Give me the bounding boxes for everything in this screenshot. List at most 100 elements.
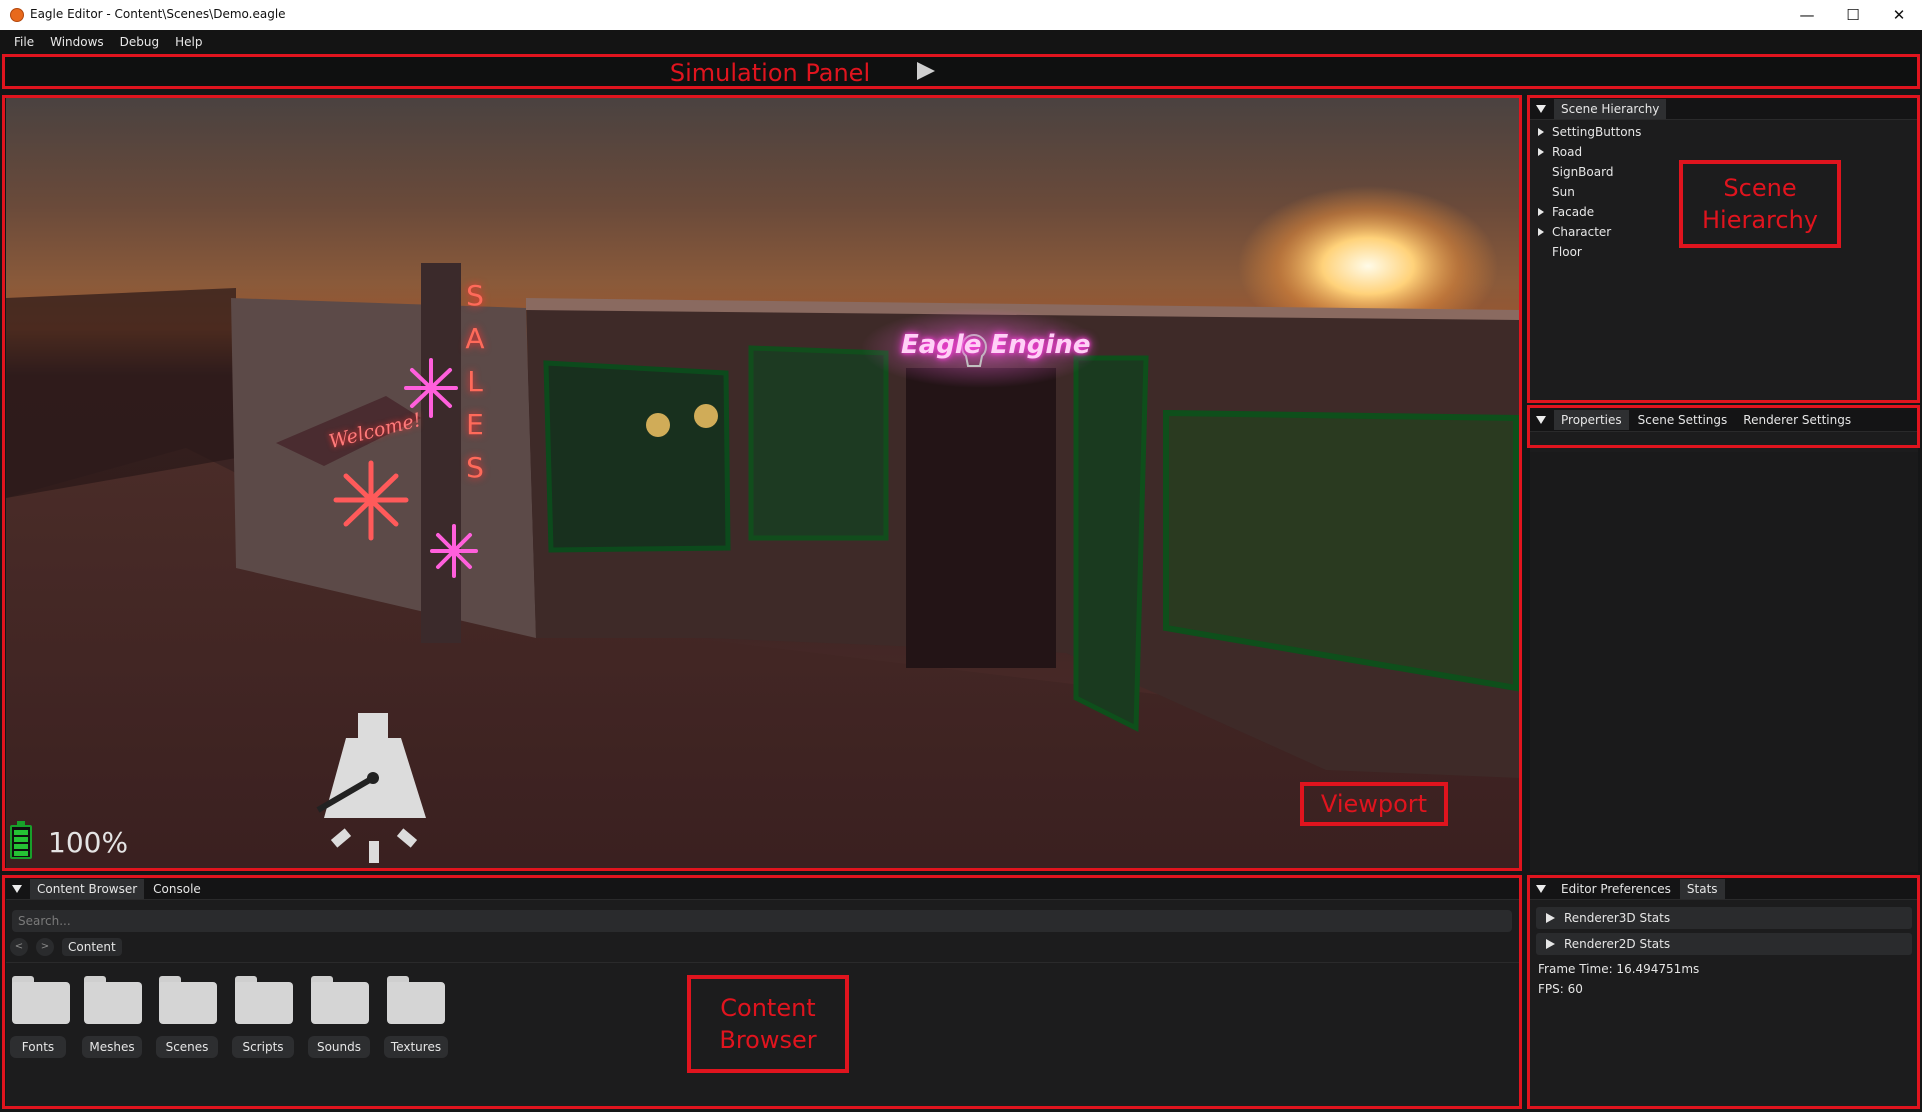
expand-arrow-icon[interactable] <box>1546 939 1555 949</box>
tab-stats[interactable]: Stats <box>1679 878 1725 899</box>
shop-entrance <box>906 368 1056 668</box>
folder-icon[interactable] <box>12 976 70 1024</box>
renderer2d-stats-row[interactable]: Renderer2D Stats <box>1536 933 1912 955</box>
tree-item-signboard[interactable]: SignBoard <box>1552 165 1613 179</box>
tab-content-browser[interactable]: Content Browser <box>30 878 145 899</box>
divider <box>6 962 1520 963</box>
expand-arrow-icon[interactable] <box>1538 128 1544 136</box>
tree-item-road[interactable]: Road <box>1538 145 1583 159</box>
menu-help[interactable]: Help <box>167 35 210 49</box>
folder-label-scripts[interactable]: Scripts <box>232 1036 294 1058</box>
collapse-icon[interactable] <box>1536 104 1546 113</box>
folder-icon[interactable] <box>235 976 293 1024</box>
collapse-icon[interactable] <box>1536 415 1546 424</box>
tree-item-label: Sun <box>1552 185 1575 199</box>
breadcrumb-content[interactable]: Content <box>62 938 122 956</box>
content-browser-annotation: Content Browser <box>687 975 849 1073</box>
lamp-1 <box>646 413 670 437</box>
content-browser-annotation-line1: Content <box>720 993 816 1022</box>
content-search-input[interactable]: Search... <box>12 910 1512 932</box>
window-titlebar: Eagle Editor - Content\Scenes\Demo.eagle… <box>0 0 1922 30</box>
sales-letter: A <box>465 322 485 355</box>
scene-hierarchy-tabbar: Scene Hierarchy <box>1530 98 1918 120</box>
tree-item-label: Floor <box>1552 245 1582 259</box>
folder-icon[interactable] <box>387 976 445 1024</box>
tab-editor-preferences[interactable]: Editor Preferences <box>1554 879 1678 899</box>
stats-row-label: Renderer3D Stats <box>1564 911 1671 925</box>
menu-debug[interactable]: Debug <box>112 35 167 49</box>
expand-arrow-icon[interactable] <box>1546 913 1555 923</box>
properties-panel: Properties Scene Settings Renderer Setti… <box>1530 408 1918 454</box>
tab-scene-settings[interactable]: Scene Settings <box>1631 410 1735 430</box>
folder-label-sounds[interactable]: Sounds <box>308 1036 370 1058</box>
close-button[interactable]: ✕ <box>1876 0 1922 30</box>
folder-icon[interactable] <box>84 976 142 1024</box>
play-icon[interactable] <box>917 62 935 80</box>
expand-arrow-icon[interactable] <box>1538 228 1544 236</box>
sales-letter: S <box>466 279 484 312</box>
menu-bar: File Windows Debug Help <box>0 30 1922 54</box>
tab-scene-hierarchy[interactable]: Scene Hierarchy <box>1554 98 1667 119</box>
tree-item-floor[interactable]: Floor <box>1552 245 1582 259</box>
folder-label-fonts[interactable]: Fonts <box>10 1036 66 1058</box>
tab-properties[interactable]: Properties <box>1554 409 1629 430</box>
viewport-annotation: Viewport <box>1300 782 1448 826</box>
tab-console[interactable]: Console <box>146 879 208 899</box>
simulation-panel <box>4 54 1920 88</box>
stats-tabbar: Editor Preferences Stats <box>1530 878 1918 900</box>
properties-content <box>1530 452 1918 872</box>
collapse-icon[interactable] <box>12 884 22 893</box>
properties-tabbar: Properties Scene Settings Renderer Setti… <box>1530 408 1918 432</box>
eagle-engine-sign-text: Eagle Engine <box>901 330 1091 360</box>
scene-hierarchy-annotation-line2: Hierarchy <box>1701 206 1818 234</box>
menu-file[interactable]: File <box>6 35 42 49</box>
tree-item-character[interactable]: Character <box>1538 225 1612 239</box>
battery-icon <box>10 821 32 859</box>
collapse-icon[interactable] <box>1536 884 1546 893</box>
minimize-button[interactable]: — <box>1784 0 1830 30</box>
tab-renderer-settings[interactable]: Renderer Settings <box>1736 410 1858 430</box>
simulation-panel-annotation: Simulation Panel <box>669 59 871 87</box>
sign-pole <box>421 263 461 643</box>
content-browser-annotation-line2: Browser <box>719 1026 817 1054</box>
fps-text: FPS: 60 <box>1538 982 1583 996</box>
viewport[interactable]: S A L E S Welcome! Eagle Engine 100% <box>6 98 1520 868</box>
maximize-button[interactable]: ☐ <box>1830 0 1876 30</box>
folder-label-scenes[interactable]: Scenes <box>156 1036 218 1058</box>
shop-window-left <box>543 360 731 553</box>
folder-label-textures[interactable]: Textures <box>384 1036 448 1058</box>
tree-item-label: Road <box>1552 145 1583 159</box>
folder-icon[interactable] <box>159 976 217 1024</box>
sales-sign: S A L E S <box>458 274 492 489</box>
tree-item-label: Facade <box>1552 205 1595 219</box>
scene-hierarchy-annotation: Scene Hierarchy <box>1679 160 1841 248</box>
content-browser-tabbar: Content Browser Console <box>6 878 1520 900</box>
shop-door-pillar <box>1073 355 1149 732</box>
tree-item-settingbuttons[interactable]: SettingButtons <box>1538 125 1642 139</box>
forward-button[interactable]: > <box>36 938 54 956</box>
eagle-app-icon <box>10 8 24 22</box>
stats-row-label: Renderer2D Stats <box>1564 937 1671 951</box>
scene-hierarchy-panel: Scene Hierarchy SettingButtons Road Sign… <box>1530 98 1918 400</box>
tree-item-label: SettingButtons <box>1552 125 1642 139</box>
lamp-2 <box>694 404 718 428</box>
tree-item-sun[interactable]: Sun <box>1552 185 1575 199</box>
renderer3d-stats-row[interactable]: Renderer3D Stats <box>1536 907 1912 929</box>
window-title: Eagle Editor - Content\Scenes\Demo.eagle <box>30 7 286 21</box>
battery-percentage: 100% <box>48 826 129 859</box>
tree-item-facade[interactable]: Facade <box>1538 205 1595 219</box>
folder-label-meshes[interactable]: Meshes <box>82 1036 142 1058</box>
sales-letter: L <box>467 365 483 398</box>
menu-windows[interactable]: Windows <box>42 35 112 49</box>
expand-arrow-icon[interactable] <box>1538 208 1544 216</box>
back-button[interactable]: < <box>10 938 28 956</box>
sales-letter: E <box>466 408 484 441</box>
tree-item-label: Character <box>1552 225 1612 239</box>
neon-star-bottom <box>430 524 478 578</box>
scene-render <box>6 186 1520 868</box>
expand-arrow-icon[interactable] <box>1538 148 1544 156</box>
tree-item-label: SignBoard <box>1552 165 1614 179</box>
folder-icon[interactable] <box>311 976 369 1024</box>
shop-window-mid <box>748 345 889 541</box>
stats-panel: Editor Preferences Stats Renderer3D Stat… <box>1530 878 1918 1106</box>
